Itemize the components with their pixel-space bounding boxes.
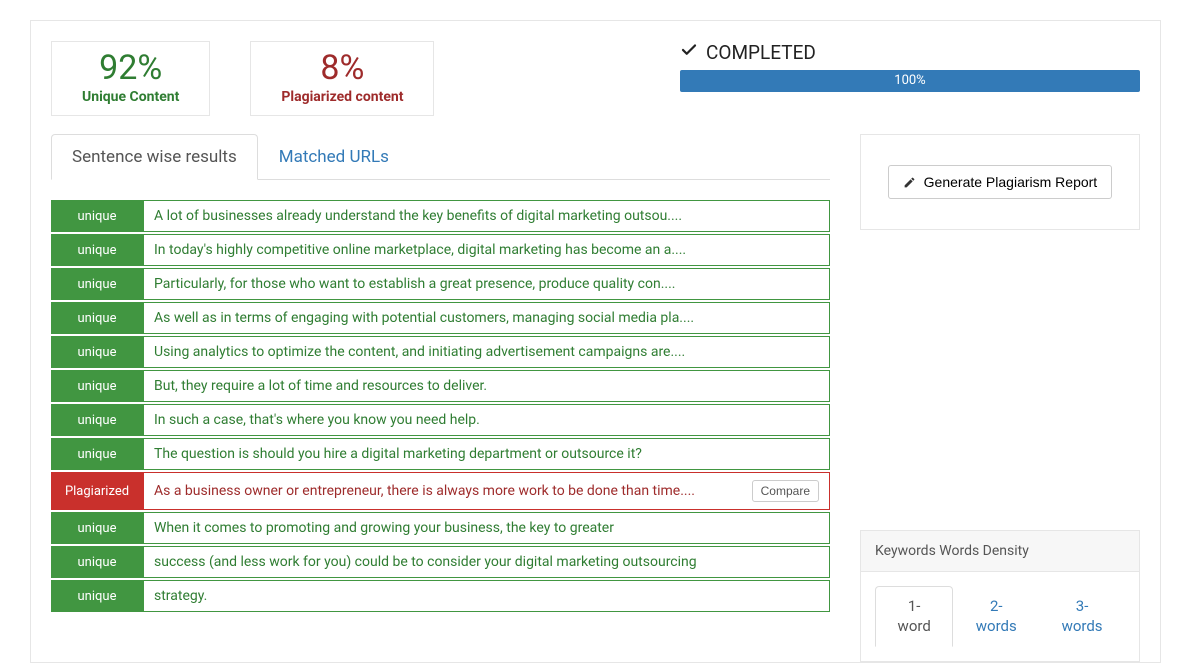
sentence-text: But, they require a lot of time and reso…	[154, 378, 487, 394]
sentence-text: strategy.	[154, 588, 207, 604]
unique-badge: unique	[51, 404, 143, 436]
density-tabs: 1-word 2-words 3-words	[875, 586, 1125, 647]
sentence-cell: In such a case, that's where you know yo…	[143, 404, 830, 436]
plagiarism-panel: 92% Unique Content 8% Plagiarized conten…	[30, 20, 1161, 663]
keyword-density-title: Keywords Words Density	[861, 531, 1139, 572]
unique-badge: unique	[51, 234, 143, 266]
sentence-text: success (and less work for you) could be…	[154, 554, 697, 570]
result-row: unique In today's highly competitive onli…	[51, 234, 830, 266]
unique-badge: unique	[51, 512, 143, 544]
results-column: Sentence wise results Matched URLs uniqu…	[51, 134, 830, 612]
unique-badge: unique	[51, 546, 143, 578]
sentence-cell: A lot of businesses already understand t…	[143, 200, 830, 232]
summary-row: 92% Unique Content 8% Plagiarized conten…	[51, 41, 1140, 116]
result-row: unique The question is should you hire a …	[51, 438, 830, 470]
density-tab-2words[interactable]: 2-words	[953, 586, 1039, 647]
plagiarized-label: Plagiarized content	[281, 89, 403, 105]
status-text: COMPLETED	[706, 41, 816, 64]
sentence-cell: success (and less work for you) could be…	[143, 546, 830, 578]
result-row: unique A lot of businesses already unders…	[51, 200, 830, 232]
result-row: unique strategy.	[51, 580, 830, 612]
sentence-cell: The question is should you hire a digita…	[143, 438, 830, 470]
result-row: unique success (and less work for you) co…	[51, 546, 830, 578]
sentence-cell: strategy.	[143, 580, 830, 612]
progress-bar: 100%	[680, 70, 1140, 92]
check-icon	[680, 41, 698, 64]
result-row: unique Using analytics to optimize the co…	[51, 336, 830, 368]
unique-badge: unique	[51, 336, 143, 368]
plagiarized-percent: 8%	[281, 50, 403, 87]
unique-badge: unique	[51, 438, 143, 470]
unique-percent: 92%	[82, 50, 179, 87]
unique-badge: unique	[51, 580, 143, 612]
unique-label: Unique Content	[82, 89, 179, 105]
plagiarized-badge: Plagiarized	[51, 472, 143, 510]
sentence-text: As well as in terms of engaging with pot…	[154, 310, 694, 326]
result-row: unique As well as in terms of engaging wi…	[51, 302, 830, 334]
sentence-text: Particularly, for those who want to esta…	[154, 276, 675, 292]
results-list: unique A lot of businesses already unders…	[51, 200, 830, 612]
compare-button[interactable]: Compare	[752, 480, 819, 502]
density-tab-1word[interactable]: 1-word	[875, 586, 953, 647]
sentence-text: In such a case, that's where you know yo…	[154, 412, 480, 428]
sentence-cell: But, they require a lot of time and reso…	[143, 370, 830, 402]
sentence-text: Using analytics to optimize the content,…	[154, 344, 685, 360]
report-card: Generate Plagiarism Report	[860, 134, 1140, 230]
unique-badge: unique	[51, 302, 143, 334]
density-tab-3words[interactable]: 3-words	[1039, 586, 1125, 647]
results-tabs: Sentence wise results Matched URLs	[51, 134, 830, 180]
result-row: unique But, they require a lot of time an…	[51, 370, 830, 402]
unique-badge: unique	[51, 268, 143, 300]
tab-matched-urls[interactable]: Matched URLs	[258, 134, 410, 179]
result-row: Plagiarized As a business owner or entrep…	[51, 472, 830, 510]
sidebar-column: Generate Plagiarism Report Keywords Word…	[860, 134, 1140, 662]
unique-badge: unique	[51, 200, 143, 232]
sentence-cell: As well as in terms of engaging with pot…	[143, 302, 830, 334]
tab-sentence-results[interactable]: Sentence wise results	[51, 134, 258, 180]
sentence-cell: As a business owner or entrepreneur, the…	[143, 472, 830, 510]
result-row: unique When it comes to promoting and gro…	[51, 512, 830, 544]
sentence-text: The question is should you hire a digita…	[154, 446, 642, 462]
result-row: unique Particularly, for those who want t…	[51, 268, 830, 300]
sentence-text: In today's highly competitive online mar…	[154, 242, 686, 258]
unique-badge: unique	[51, 370, 143, 402]
generate-report-button[interactable]: Generate Plagiarism Report	[888, 165, 1112, 199]
sentence-text: As a business owner or entrepreneur, the…	[154, 483, 695, 499]
sentence-cell: Particularly, for those who want to esta…	[143, 268, 830, 300]
plagiarized-stat-box: 8% Plagiarized content	[250, 41, 434, 116]
status-column: COMPLETED 100%	[680, 41, 1140, 92]
sentence-cell: When it comes to promoting and growing y…	[143, 512, 830, 544]
generate-report-label: Generate Plagiarism Report	[924, 174, 1098, 190]
sentence-cell: Using analytics to optimize the content,…	[143, 336, 830, 368]
sentence-text: A lot of businesses already understand t…	[154, 208, 682, 224]
sentence-text: When it comes to promoting and growing y…	[154, 520, 614, 536]
sentence-cell: In today's highly competitive online mar…	[143, 234, 830, 266]
keyword-density-card: Keywords Words Density 1-word 2-words 3-…	[860, 530, 1140, 662]
unique-stat-box: 92% Unique Content	[51, 41, 210, 116]
result-row: unique In such a case, that's where you k…	[51, 404, 830, 436]
